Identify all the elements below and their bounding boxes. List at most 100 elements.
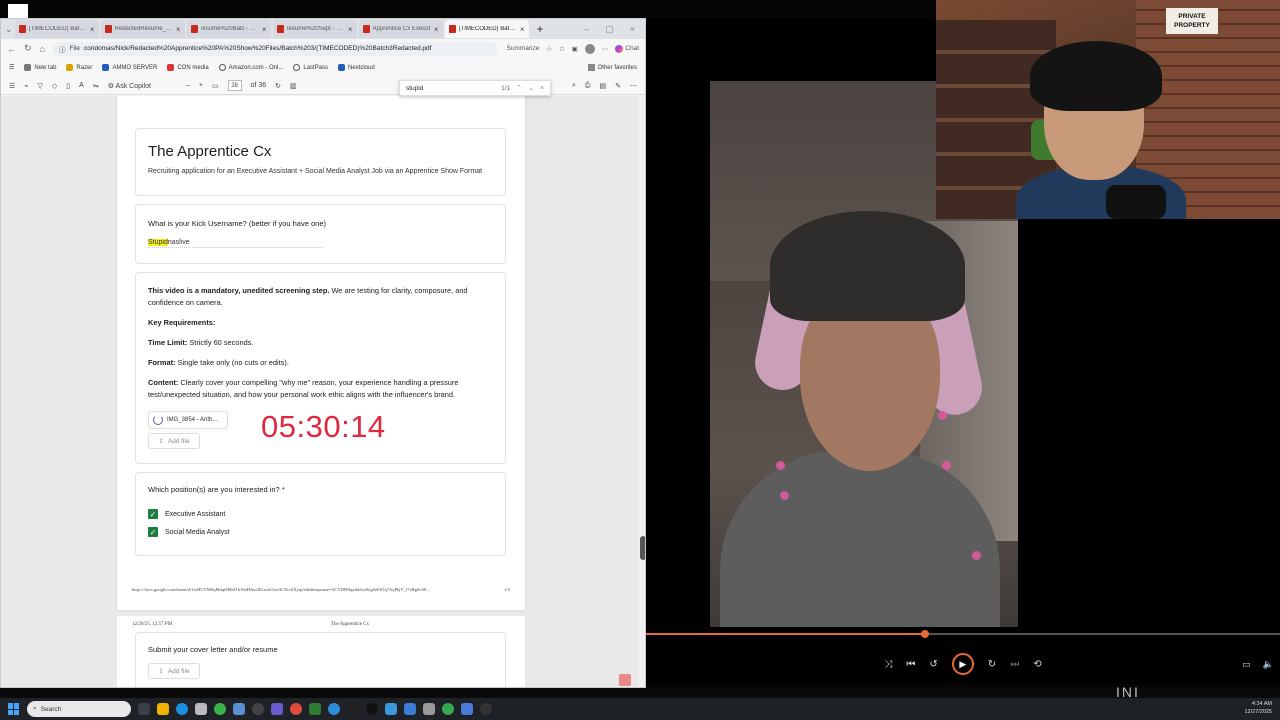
pdf-viewer[interactable]: The Apprentice Cx Recruiting application…	[1, 96, 645, 687]
miniplayer-icon[interactable]: ▭	[1242, 659, 1251, 670]
taskbar-search[interactable]: ⌕ Search	[27, 701, 131, 717]
tab-actions-icon[interactable]: ⌄	[5, 24, 13, 35]
app-icon[interactable]	[385, 703, 397, 715]
fav-lastpass[interactable]: LastPass	[293, 64, 328, 71]
find-close-icon[interactable]: ×	[540, 85, 544, 92]
profile-avatar[interactable]	[584, 43, 595, 54]
app-icon[interactable]	[233, 703, 245, 715]
find-prev-icon[interactable]: ⌃	[516, 84, 522, 92]
seek-bar[interactable]	[646, 630, 1280, 638]
collections-icon[interactable]: ▣	[572, 45, 578, 53]
close-icon[interactable]: ×	[348, 25, 353, 34]
refresh-icon[interactable]: ↻	[24, 43, 32, 54]
erase-icon[interactable]: ◇	[52, 82, 57, 90]
chrome-icon[interactable]	[442, 703, 454, 715]
app-icon[interactable]	[423, 703, 435, 715]
fav-new-tab[interactable]: New tab	[24, 64, 56, 71]
home-icon[interactable]: ⌂	[40, 44, 45, 54]
address-bar[interactable]: ⓘ File condomas/Nick/Redacted%20Apprenti…	[52, 41, 499, 56]
tab-3[interactable]: resume%20Batc - Bye ×	[186, 20, 271, 38]
app-icon[interactable]	[366, 703, 378, 715]
forward-icon[interactable]: ↻	[988, 659, 996, 670]
tab-5[interactable]: Apprentice Cx Execut ×	[358, 20, 443, 38]
find-input[interactable]: stupid	[406, 85, 495, 92]
info-icon[interactable]: ⓘ	[59, 44, 66, 54]
maximize-icon[interactable]: ▢	[605, 24, 614, 35]
obs-icon[interactable]	[347, 703, 359, 715]
shuffle-icon[interactable]: ⤨	[884, 659, 892, 670]
seek-handle[interactable]	[920, 630, 929, 638]
two-page-icon[interactable]: ▥	[290, 82, 297, 90]
chart-app-icon[interactable]	[309, 703, 321, 715]
contents-icon[interactable]: ☰	[9, 82, 15, 90]
add-file-button[interactable]: ⇪ Add file	[148, 433, 200, 449]
repeat-off-icon[interactable]: ⟲	[1033, 659, 1041, 670]
fav-ammo-server[interactable]: AMMO SERVER	[102, 64, 157, 71]
zoom-in-button[interactable]: +	[199, 82, 203, 89]
new-tab-button[interactable]: +	[531, 22, 550, 36]
other-favorites[interactable]: Other favorites	[587, 64, 637, 71]
star-icon[interactable]: ☆	[546, 45, 552, 53]
desktop-icon[interactable]	[8, 4, 28, 18]
highlight-icon[interactable]: ⌁	[24, 82, 28, 90]
task-view-icon[interactable]	[138, 703, 150, 715]
fav-nextcloud[interactable]: Nextcloud	[338, 64, 375, 71]
windows-start-icon[interactable]	[8, 703, 20, 715]
checkbox-checked-icon[interactable]: ✓	[148, 509, 158, 519]
print-icon[interactable]: ⎙	[585, 82, 591, 90]
fit-icon[interactable]: ▭	[212, 82, 219, 90]
summarize-button[interactable]: Summarize	[506, 45, 539, 52]
app-icon[interactable]	[252, 703, 264, 715]
edge-icon[interactable]	[176, 703, 188, 715]
zoom-out-button[interactable]: –	[186, 82, 190, 89]
tab-6-active[interactable]: (TIMECODED) Batch 3 ×	[444, 20, 529, 38]
option-social-media-analyst[interactable]: ✓ Social Media Analyst	[148, 527, 230, 537]
search-pdf-icon[interactable]: ⌕	[572, 82, 576, 90]
rewind-icon[interactable]: ↺	[929, 659, 937, 670]
fav-amazon[interactable]: Amazon.com - Onl...	[218, 64, 283, 71]
copilot-chat-button[interactable]: Chat	[615, 44, 639, 53]
pdf-more-icon[interactable]: ⋯	[630, 82, 637, 90]
page-view-icon[interactable]: ▯	[66, 82, 70, 90]
store-icon[interactable]	[195, 703, 207, 715]
close-icon[interactable]: ×	[520, 25, 525, 34]
option-executive-assistant[interactable]: ✓ Executive Assistant	[148, 509, 225, 519]
next-icon[interactable]: ⏭	[1010, 659, 1019, 670]
page-number-input[interactable]: 28	[227, 80, 242, 91]
save-as-icon[interactable]: ✎	[615, 82, 621, 90]
close-icon[interactable]: ×	[434, 25, 439, 34]
tab-1[interactable]: (TIMECODED) Batch 3 ×	[14, 20, 99, 38]
app-icon[interactable]	[404, 703, 416, 715]
tab-4[interactable]: resume%20Sept - Byo ×	[272, 20, 357, 38]
save-icon[interactable]: ▤	[600, 82, 607, 90]
volume-icon[interactable]: 🔈	[1263, 659, 1274, 670]
scroll-thumb[interactable]	[640, 536, 645, 560]
translate-icon[interactable]: ⇋	[93, 82, 99, 90]
window-close-icon[interactable]: ×	[630, 24, 635, 35]
file-explorer-icon[interactable]	[157, 703, 169, 715]
add-file-button[interactable]: ⇪ Add file	[148, 663, 200, 679]
favorites-menu-icon[interactable]: ☰	[9, 64, 14, 71]
fav-razer[interactable]: Razer	[66, 64, 92, 71]
chrome-icon[interactable]	[290, 703, 302, 715]
find-next-icon[interactable]: ⌄	[528, 84, 534, 92]
media-player-icon[interactable]	[480, 703, 492, 715]
minimize-icon[interactable]: –	[584, 24, 589, 35]
close-icon[interactable]: ×	[90, 25, 95, 34]
previous-icon[interactable]: ⏮	[906, 659, 915, 670]
uploaded-file-chip[interactable]: IMG_3854 - Anth...	[148, 411, 228, 429]
close-icon[interactable]: ×	[262, 25, 267, 34]
more-icon[interactable]: ⋯	[602, 45, 609, 53]
discord-icon[interactable]	[271, 703, 283, 715]
play-button[interactable]: ▶	[951, 653, 974, 675]
acrobat-icon[interactable]	[619, 674, 631, 686]
back-icon[interactable]: ←	[7, 44, 16, 54]
notepad-icon[interactable]	[461, 703, 473, 715]
read-aloud-icon[interactable]: A	[79, 82, 84, 89]
favorites-icon[interactable]: ✩	[559, 45, 564, 53]
tab-2[interactable]: RedactedResume_Fu ×	[100, 20, 185, 38]
rotate-icon[interactable]: ↻	[275, 82, 281, 90]
app-icon[interactable]	[328, 703, 340, 715]
draw-icon[interactable]: ▽	[38, 82, 43, 90]
ask-copilot-button[interactable]: ⚙ Ask Copilot	[108, 82, 151, 90]
